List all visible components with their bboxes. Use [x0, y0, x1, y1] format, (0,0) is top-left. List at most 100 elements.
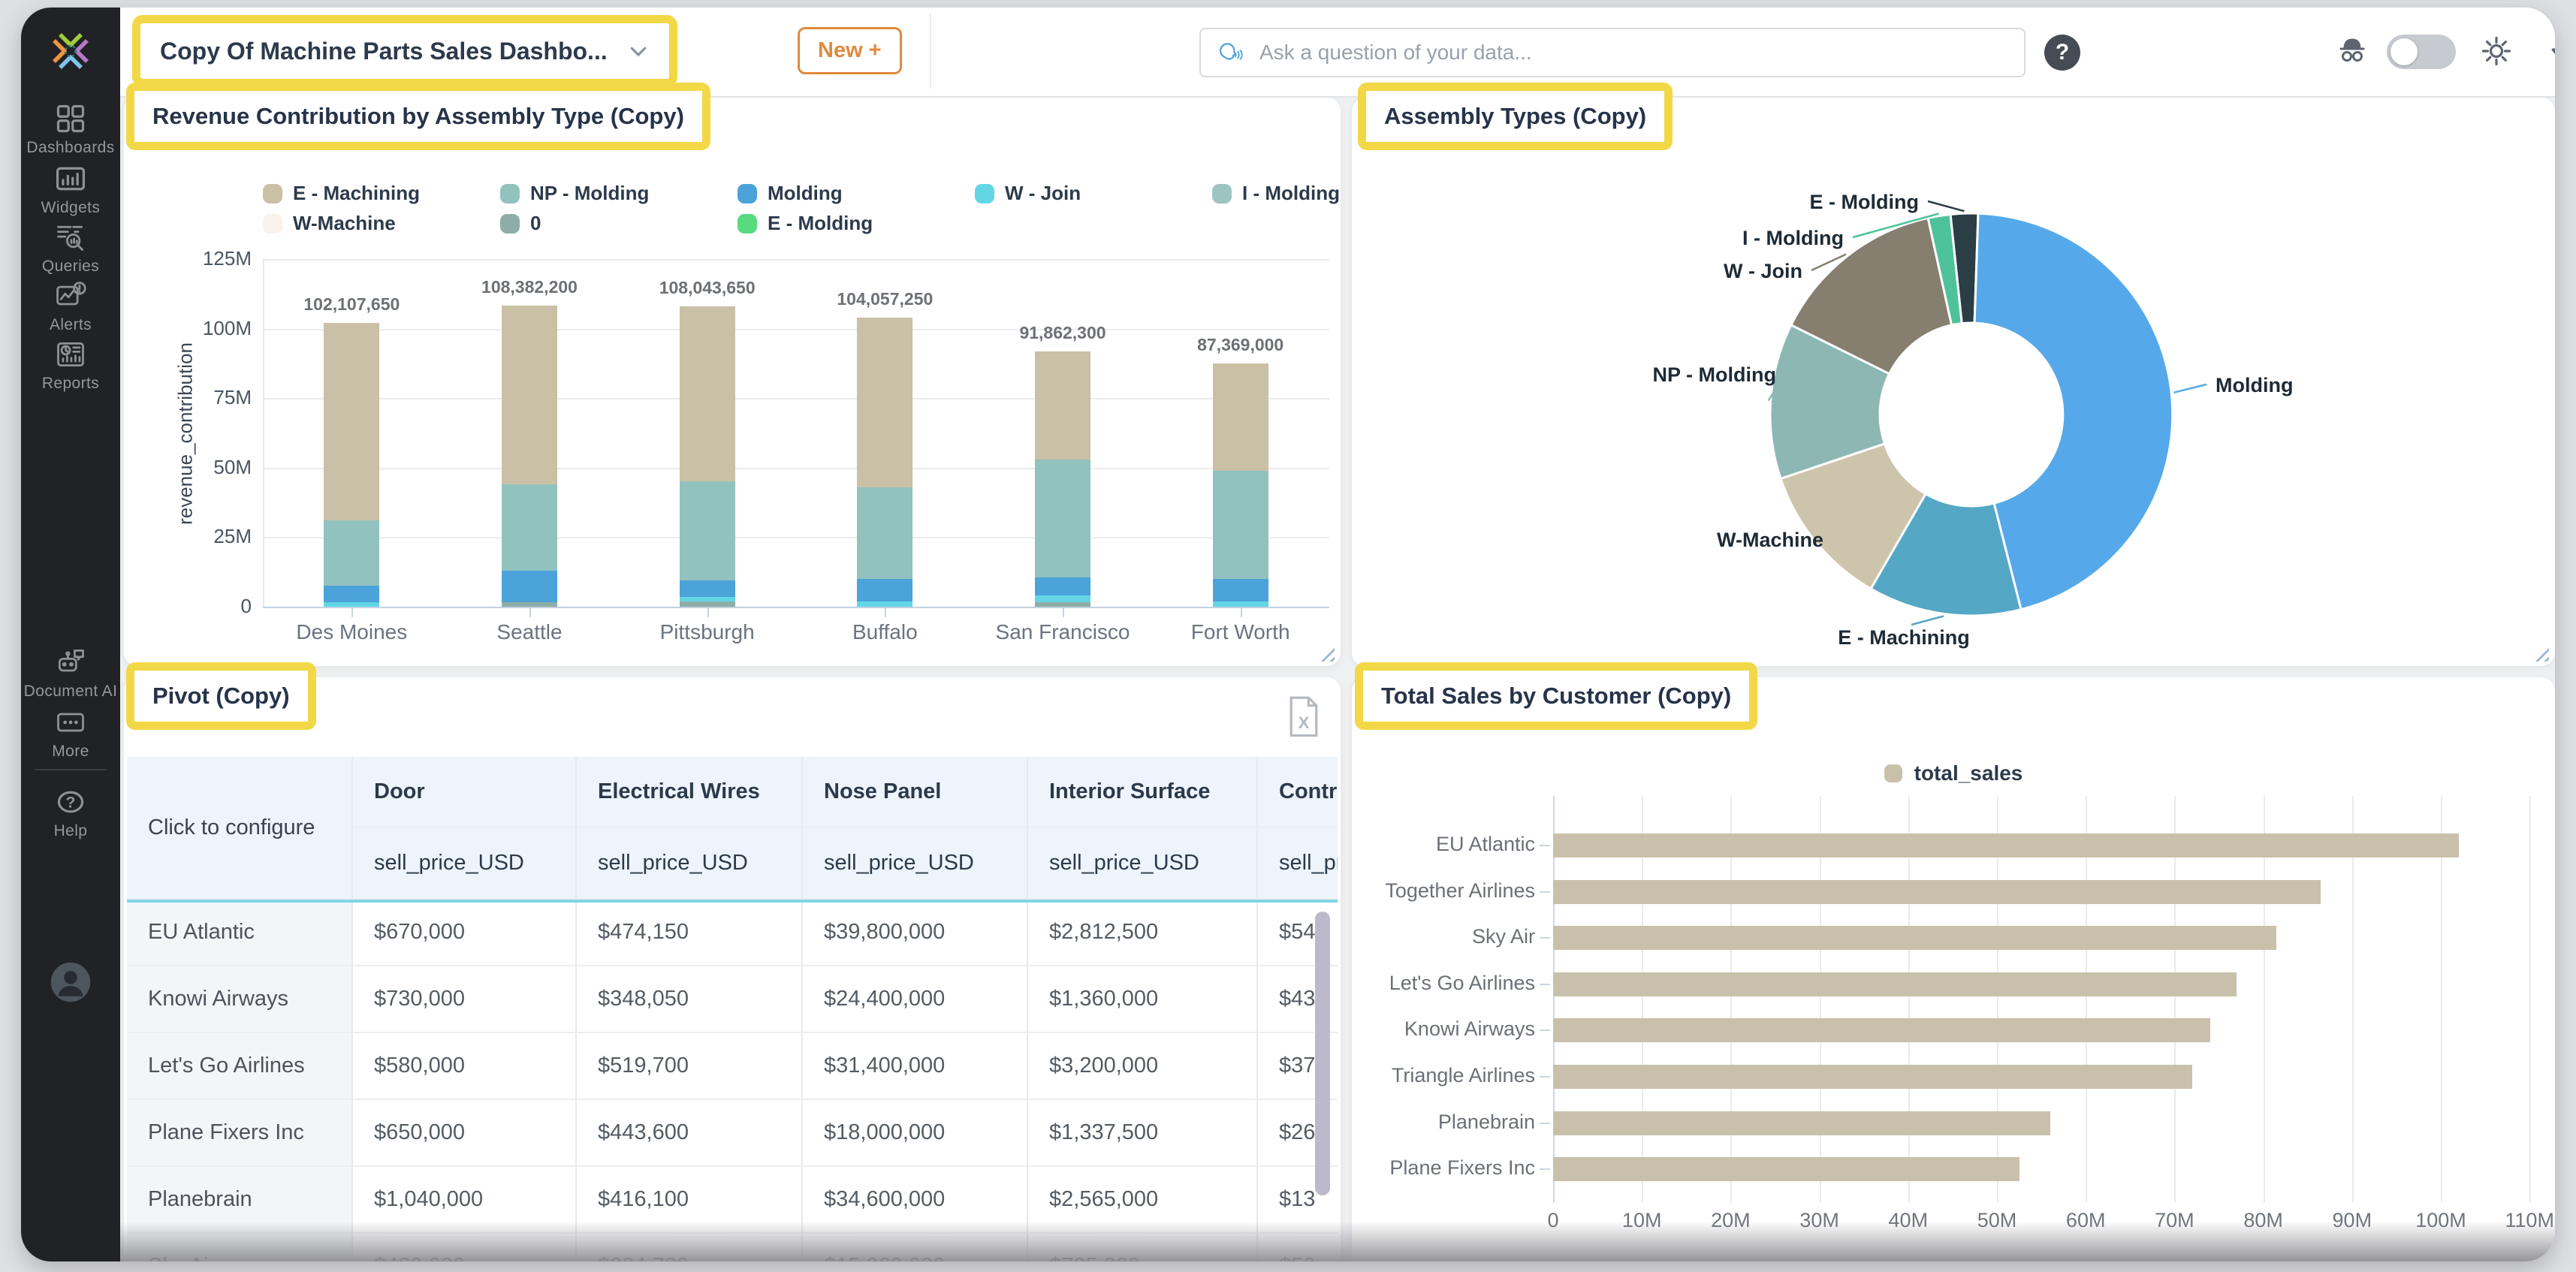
pivot-measure-header: sell_price_USD	[1258, 828, 1338, 900]
stacked-bar[interactable]	[502, 305, 557, 607]
bar-segment[interactable]	[1212, 578, 1268, 601]
pivot-cell: $580,000	[353, 1033, 577, 1100]
export-excel-icon[interactable]: X	[1288, 695, 1320, 737]
bar-segment[interactable]	[679, 597, 735, 601]
bar-segment[interactable]	[679, 601, 735, 607]
bar-segment[interactable]	[324, 322, 380, 520]
sidebar-item-widgets[interactable]: Widgets	[21, 162, 120, 217]
bar-segment[interactable]	[679, 580, 735, 598]
bar-segment[interactable]	[324, 602, 380, 607]
settings-gear-icon[interactable]	[2478, 33, 2514, 69]
sidebar-item-dashboards[interactable]: Dashboards	[21, 102, 120, 157]
new-button[interactable]: New +	[798, 27, 902, 74]
pivot-cell: $31,400,000	[803, 1033, 1028, 1100]
sidebar-item-reports[interactable]: Reports	[21, 338, 120, 393]
legend-item[interactable]: NP - Molding	[500, 182, 649, 205]
pivot-vertical-scrollbar[interactable]	[1315, 912, 1330, 1195]
donut-slice-label: W - Join	[1724, 260, 1802, 282]
sidebar-item-queries[interactable]: Queries	[21, 221, 120, 276]
bar-segment[interactable]	[1035, 351, 1090, 460]
pivot-cell: $2,812,500	[1028, 900, 1258, 966]
bar-segment[interactable]	[1035, 595, 1090, 603]
hbar-triangle-airlines[interactable]	[1553, 1065, 2193, 1089]
pivot-cell: $1,040,000	[353, 1167, 577, 1234]
hbar-planebrain[interactable]	[1553, 1111, 2050, 1135]
gridline	[263, 607, 1329, 608]
hbar-sky-air[interactable]	[1553, 926, 2277, 951]
legend-item[interactable]: W - Join	[975, 182, 1081, 205]
pivot-cell: $443,600	[577, 1100, 803, 1167]
pivot-cell: $39,800,000	[803, 900, 1028, 966]
stacked-bar[interactable]	[1035, 351, 1090, 607]
bar-segment[interactable]	[502, 602, 557, 607]
pivot-column-header[interactable]: Interior Surface	[1028, 757, 1258, 828]
sidebar-item-more[interactable]: More	[21, 706, 120, 761]
help-button[interactable]: ?	[2044, 35, 2080, 71]
stacked-bar[interactable]	[324, 322, 380, 607]
bar-segment[interactable]	[857, 578, 913, 601]
legend-item[interactable]: E - Molding	[738, 212, 873, 235]
legend-item[interactable]: W-Machine	[263, 212, 396, 235]
sidebar-item-label: Widgets	[41, 199, 101, 216]
svg-text:?: ?	[66, 794, 76, 811]
search-input[interactable]	[1258, 40, 2009, 65]
bar-segment[interactable]	[502, 570, 557, 603]
pivot-column-header[interactable]: Door	[353, 757, 577, 828]
bar-segment[interactable]	[1035, 459, 1090, 578]
bar-value-label: 102,107,650	[303, 294, 400, 314]
pivot-row-header: Plane Fixers Inc	[127, 1100, 353, 1167]
pivot-cell: $519,700	[577, 1033, 803, 1100]
bar-segment[interactable]	[857, 601, 913, 607]
bar-segment[interactable]	[1212, 363, 1268, 471]
label-leader-line	[2173, 383, 2207, 394]
bar-value-label: 108,043,650	[659, 277, 756, 297]
hbar-let-s-go-airlines[interactable]	[1553, 972, 2237, 996]
sidebar-item-label: Alerts	[49, 316, 92, 333]
pivot-column-header[interactable]: Nose Panel	[803, 757, 1028, 828]
stacked-bar[interactable]	[857, 317, 913, 607]
bar-segment[interactable]	[679, 481, 735, 580]
hbar-eu-atlantic[interactable]	[1553, 833, 2459, 858]
sidebar-item-help[interactable]: ? Help	[21, 785, 120, 840]
x-axis-category-label: Pittsburgh	[659, 620, 755, 644]
more-icon	[21, 706, 120, 739]
bar-segment[interactable]	[1035, 577, 1090, 596]
legend-item[interactable]: I - Molding	[1212, 182, 1340, 205]
bar-segment[interactable]	[857, 487, 913, 579]
sidebar-item-alerts[interactable]: Alerts	[21, 279, 120, 334]
knowi-logo-icon[interactable]	[47, 27, 95, 75]
legend-item[interactable]: E - Machining	[263, 182, 420, 205]
dashboard-selector[interactable]: Copy Of Machine Parts Sales Dashbo...	[140, 23, 669, 79]
queries-icon	[21, 221, 120, 254]
bar-segment[interactable]	[1035, 602, 1090, 607]
bar-segment[interactable]	[679, 306, 735, 482]
legend-item[interactable]: Molding	[738, 182, 843, 205]
pivot-column-header[interactable]: Electrical Wires	[577, 757, 803, 828]
bar-segment[interactable]	[1212, 470, 1268, 579]
pivot-column-header[interactable]: Contro	[1258, 757, 1338, 828]
hbar-together-airlines[interactable]	[1553, 879, 2321, 904]
bar-segment[interactable]	[324, 586, 380, 603]
total-sales-widget-title: Total Sales by Customer (Copy)	[1355, 662, 1758, 730]
pivot-configure-cell[interactable]: Click to configure	[127, 757, 353, 900]
user-avatar[interactable]	[48, 960, 93, 1005]
search-box	[1199, 28, 2026, 77]
bar-segment[interactable]	[324, 520, 380, 586]
legend-label: E - Molding	[768, 212, 873, 234]
bar-segment[interactable]	[502, 484, 557, 571]
sidebar-item-document-ai[interactable]: Document AI	[21, 646, 120, 701]
total-sales-legend[interactable]: total_sales	[1352, 761, 2555, 785]
bar-segment[interactable]	[1212, 601, 1268, 607]
hbar-plane-fixers-inc[interactable]	[1553, 1157, 2019, 1182]
incognito-icon[interactable]	[2334, 33, 2370, 69]
filter-icon[interactable]	[2544, 33, 2555, 69]
sidebar-item-label: Document AI	[23, 683, 118, 700]
legend-item[interactable]: 0	[500, 212, 541, 235]
hbar-knowi-airways[interactable]	[1553, 1018, 2210, 1043]
resize-handle[interactable]	[1317, 644, 1335, 662]
stacked-bar[interactable]	[1212, 363, 1268, 607]
bar-segment[interactable]	[502, 305, 557, 485]
stacked-bar[interactable]	[679, 306, 735, 607]
bar-segment[interactable]	[857, 317, 913, 487]
presentation-toggle[interactable]	[2387, 35, 2456, 69]
